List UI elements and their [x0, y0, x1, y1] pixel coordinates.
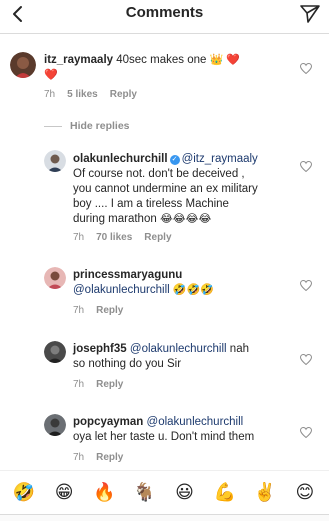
reply-meta: 7h Reply [73, 305, 123, 316]
reply-time: 7h [73, 452, 85, 463]
mention-link[interactable]: @olakunlechurchill [130, 343, 227, 355]
like-button[interactable] [299, 159, 313, 173]
reply-emojis: 🤣🤣🤣 [172, 284, 214, 296]
avatar[interactable] [44, 414, 66, 436]
emoji-blush-button[interactable]: 😊 [291, 479, 319, 507]
heart-icon [300, 62, 312, 74]
reply-item: popcyayman @olakunlechurchill oya let he… [0, 411, 329, 467]
reply-line: oya let her taste u. Don't mind them [73, 431, 255, 443]
header: Comments [0, 0, 329, 34]
emoji-fire-button[interactable]: 🔥 [90, 479, 118, 507]
heart-icon [300, 279, 312, 291]
reply-username[interactable]: olakunlechurchill [73, 153, 168, 165]
comment-body: 40sec makes one [116, 54, 207, 66]
reply-meta: 7h 70 likes Reply [73, 232, 172, 243]
comment-text: itz_raymaaly 40sec makes one 👑 ❤️ ❤️ [44, 53, 294, 83]
comment-item: itz_raymaaly 40sec makes one 👑 ❤️ ❤️ 7h … [0, 48, 329, 108]
reply-meta: 7h Reply [73, 452, 123, 463]
emoji-goat-button[interactable]: 🐐 [130, 479, 158, 507]
verified-badge-icon: ✓ [169, 155, 180, 165]
reply-line: Of course not. don't be deceived , [73, 168, 245, 180]
emoji-victory-button[interactable]: ✌️ [251, 479, 279, 507]
like-button[interactable] [299, 278, 313, 292]
avatar[interactable] [44, 341, 66, 363]
reply-text: popcyayman @olakunlechurchill oya let he… [73, 415, 303, 445]
reply-line: so nothing do you Sir [73, 358, 182, 370]
reply-username[interactable]: josephf35 [73, 343, 127, 355]
emoji-smile-button[interactable]: 😃 [171, 479, 199, 507]
emoji-muscle-button[interactable]: 💪 [211, 479, 239, 507]
emoji-quick-bar: 🤣 😁 🔥 🐐 😃 💪 ✌️ 😊 [0, 470, 329, 514]
like-button[interactable] [299, 61, 313, 75]
avatar[interactable] [44, 150, 66, 172]
likes-count[interactable]: 5 likes [67, 89, 98, 100]
reply-item: olakunlechurchill ✓ @itz_raymaaly Of cours… [0, 148, 329, 248]
comment-time: 7h [44, 89, 56, 100]
reply-time: 7h [73, 305, 85, 316]
reply-username[interactable]: princessmaryagunu [73, 269, 182, 281]
comment-emoji-wrap: ❤️ [44, 69, 58, 81]
comment-username[interactable]: itz_raymaaly [44, 54, 113, 66]
hide-replies-label: Hide replies [70, 120, 130, 132]
heart-icon [300, 426, 312, 438]
reply-text: princessmaryagunu @olakunlechurchill 🤣🤣🤣 [73, 268, 303, 298]
page-title: Comments [125, 4, 204, 21]
likes-count[interactable]: 70 likes [96, 232, 132, 243]
reply-item: josephf35 @olakunlechurchill nah so noth… [0, 338, 329, 394]
comment-input-edge [0, 514, 329, 521]
reply-time: 7h [73, 379, 85, 390]
comment-meta: 7h 5 likes Reply [44, 89, 137, 100]
reply-button[interactable]: Reply [96, 305, 123, 316]
reply-button[interactable]: Reply [110, 89, 137, 100]
share-button[interactable] [297, 2, 323, 26]
reply-line: boy .... I am a tireless Machine [73, 198, 229, 210]
reply-button[interactable]: Reply [96, 379, 123, 390]
reply-body: nah [229, 343, 249, 355]
divider [44, 125, 62, 127]
like-button[interactable] [299, 425, 313, 439]
comments-screen: Comments itz_raymaaly 40sec makes one 👑 … [0, 0, 329, 521]
avatar[interactable] [44, 267, 66, 289]
emoji-rofl-button[interactable]: 🤣 [10, 479, 38, 507]
avatar[interactable] [10, 52, 36, 78]
reply-meta: 7h Reply [73, 379, 123, 390]
send-icon [300, 5, 320, 23]
reply-text: olakunlechurchill ✓ @itz_raymaaly Of cours… [73, 152, 303, 227]
emoji-grin-button[interactable]: 😁 [50, 479, 78, 507]
reply-text: josephf35 @olakunlechurchill nah so noth… [73, 342, 303, 372]
like-button[interactable] [299, 352, 313, 366]
reply-emojis: 😂😂😂😂 [159, 213, 212, 225]
heart-icon [300, 353, 312, 365]
mention-link[interactable]: @itz_raymaaly [182, 153, 258, 165]
reply-item: princessmaryagunu @olakunlechurchill 🤣🤣🤣… [0, 264, 329, 320]
reply-line: you cannot undermine an ex military [73, 183, 258, 195]
hide-replies-button[interactable]: Hide replies [44, 120, 130, 132]
comment-emojis: 👑 ❤️ [209, 54, 241, 66]
mention-link[interactable]: @olakunlechurchill [73, 284, 170, 296]
reply-line: during marathon [73, 213, 157, 225]
heart-icon [300, 160, 312, 172]
reply-time: 7h [73, 232, 85, 243]
reply-button[interactable]: Reply [96, 452, 123, 463]
reply-button[interactable]: Reply [144, 232, 171, 243]
mention-link[interactable]: @olakunlechurchill [147, 416, 244, 428]
reply-username[interactable]: popcyayman [73, 416, 143, 428]
